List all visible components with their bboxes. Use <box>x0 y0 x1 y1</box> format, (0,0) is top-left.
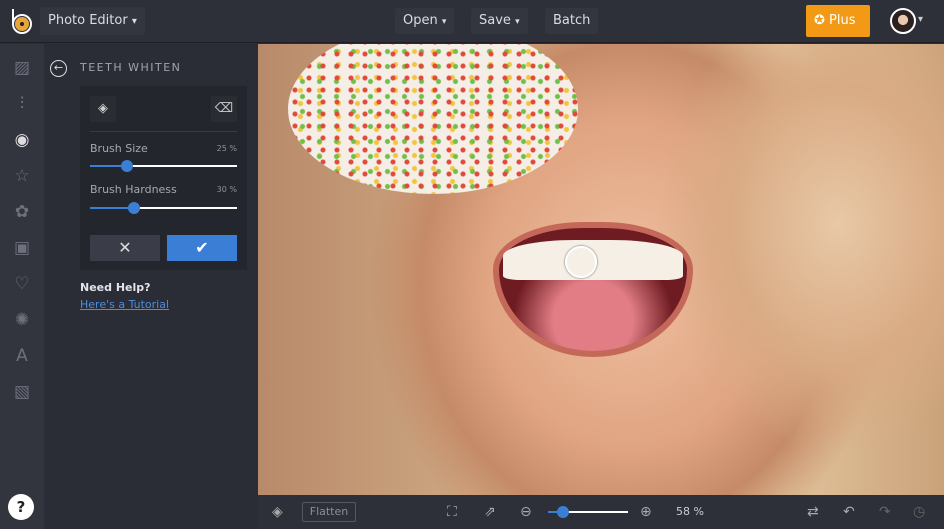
donut-image-region <box>288 44 578 194</box>
help-button[interactable]: ? <box>8 494 34 520</box>
badge-icon[interactable]: ✺ <box>12 310 32 330</box>
text-icon[interactable]: A <box>12 346 32 366</box>
frame-icon[interactable]: ▣ <box>12 238 32 258</box>
tool-rail: ▨ ⫶ ◉ ☆ ✿ ▣ ♡ ✺ A ▧ <box>0 44 44 529</box>
brush-size-slider[interactable] <box>90 160 237 172</box>
save-button[interactable]: Save ▾ <box>471 8 528 34</box>
redo-icon[interactable]: ↷ <box>879 504 891 520</box>
need-help-heading: Need Help? <box>80 281 151 294</box>
flatten-button[interactable]: Flatten <box>302 502 356 522</box>
photo-canvas[interactable] <box>258 44 944 495</box>
bottom-toolbar: ◈ Flatten ⛶ ⇗ ⊖ ⊕ 58 % ⇄ ↶ ↷ ◷ <box>258 495 944 529</box>
brush-size-value: 25 % <box>216 144 237 153</box>
open-label: Open <box>403 13 438 28</box>
layers-icon[interactable]: ◈ <box>272 504 283 520</box>
batch-button[interactable]: Batch <box>545 8 599 34</box>
history-icon[interactable]: ◷ <box>913 504 925 520</box>
zoom-slider[interactable] <box>548 506 628 518</box>
brush-size-label: Brush Size <box>90 142 148 155</box>
brush-cursor <box>565 246 597 278</box>
back-arrow-icon[interactable]: ← <box>50 60 67 77</box>
image-icon[interactable]: ▨ <box>12 58 32 78</box>
app-menu-label: Photo Editor <box>48 13 128 28</box>
app-menu-dropdown[interactable]: Photo Editor ▾ <box>40 7 145 35</box>
brush-hardness-label: Brush Hardness <box>90 183 177 196</box>
brush-settings: ◈ ⌫ Brush Size 25 % Brush Hardness 30 % … <box>80 86 247 270</box>
undo-icon[interactable]: ↶ <box>843 504 855 520</box>
zoom-in-icon[interactable]: ⊕ <box>640 504 652 520</box>
cancel-button[interactable]: ✕ <box>90 235 160 261</box>
panel-title: TEETH WHITEN <box>80 61 182 74</box>
app-logo[interactable] <box>10 8 34 34</box>
check-icon: ✔ <box>195 238 209 257</box>
chevron-down-icon: ▾ <box>515 17 520 27</box>
chevron-down-icon: ▾ <box>441 17 447 27</box>
batch-label: Batch <box>553 13 591 28</box>
sliders-icon[interactable]: ⫶ <box>12 94 32 114</box>
zoom-value: 58 % <box>676 505 704 518</box>
star-badge-icon: ✪ <box>814 13 825 28</box>
apply-button[interactable]: ✔ <box>167 235 237 261</box>
flower-icon[interactable]: ✿ <box>12 202 32 222</box>
brush-hardness-slider[interactable] <box>90 202 237 214</box>
heart-icon[interactable]: ♡ <box>12 274 32 294</box>
brush-hardness-value: 30 % <box>216 185 237 194</box>
compare-icon[interactable]: ⇄ <box>807 504 819 520</box>
chevron-down-icon: ▾ <box>131 16 137 27</box>
top-bar: Photo Editor ▾ Open ▾ Save ▾ Batch ✪ Plu… <box>0 0 944 43</box>
teeth-whiten-panel: ← TEETH WHITEN ◈ ⌫ Brush Size 25 % Brush… <box>44 44 258 529</box>
close-icon: ✕ <box>118 238 132 257</box>
slider-handle[interactable] <box>120 160 133 172</box>
eye-icon[interactable]: ◉ <box>12 130 32 150</box>
eraser-icon[interactable]: ⌫ <box>211 96 237 122</box>
plus-label: Plus <box>829 13 856 28</box>
slider-handle[interactable] <box>557 506 569 518</box>
slider-handle[interactable] <box>128 202 141 214</box>
plus-button[interactable]: ✪ Plus <box>806 5 870 37</box>
texture-icon[interactable]: ▧ <box>12 382 32 402</box>
actual-size-icon[interactable]: ⇗ <box>484 504 496 520</box>
divider <box>90 131 237 132</box>
brush-icon[interactable]: ◈ <box>90 96 116 122</box>
open-button[interactable]: Open ▾ <box>395 8 455 34</box>
avatar[interactable] <box>890 8 916 34</box>
save-label: Save <box>479 13 511 28</box>
star-icon[interactable]: ☆ <box>12 166 32 186</box>
chevron-down-icon[interactable]: ▾ <box>918 14 923 25</box>
tutorial-link[interactable]: Here's a Tutorial <box>80 298 169 311</box>
zoom-out-icon[interactable]: ⊖ <box>520 504 532 520</box>
fit-screen-icon[interactable]: ⛶ <box>447 504 457 520</box>
